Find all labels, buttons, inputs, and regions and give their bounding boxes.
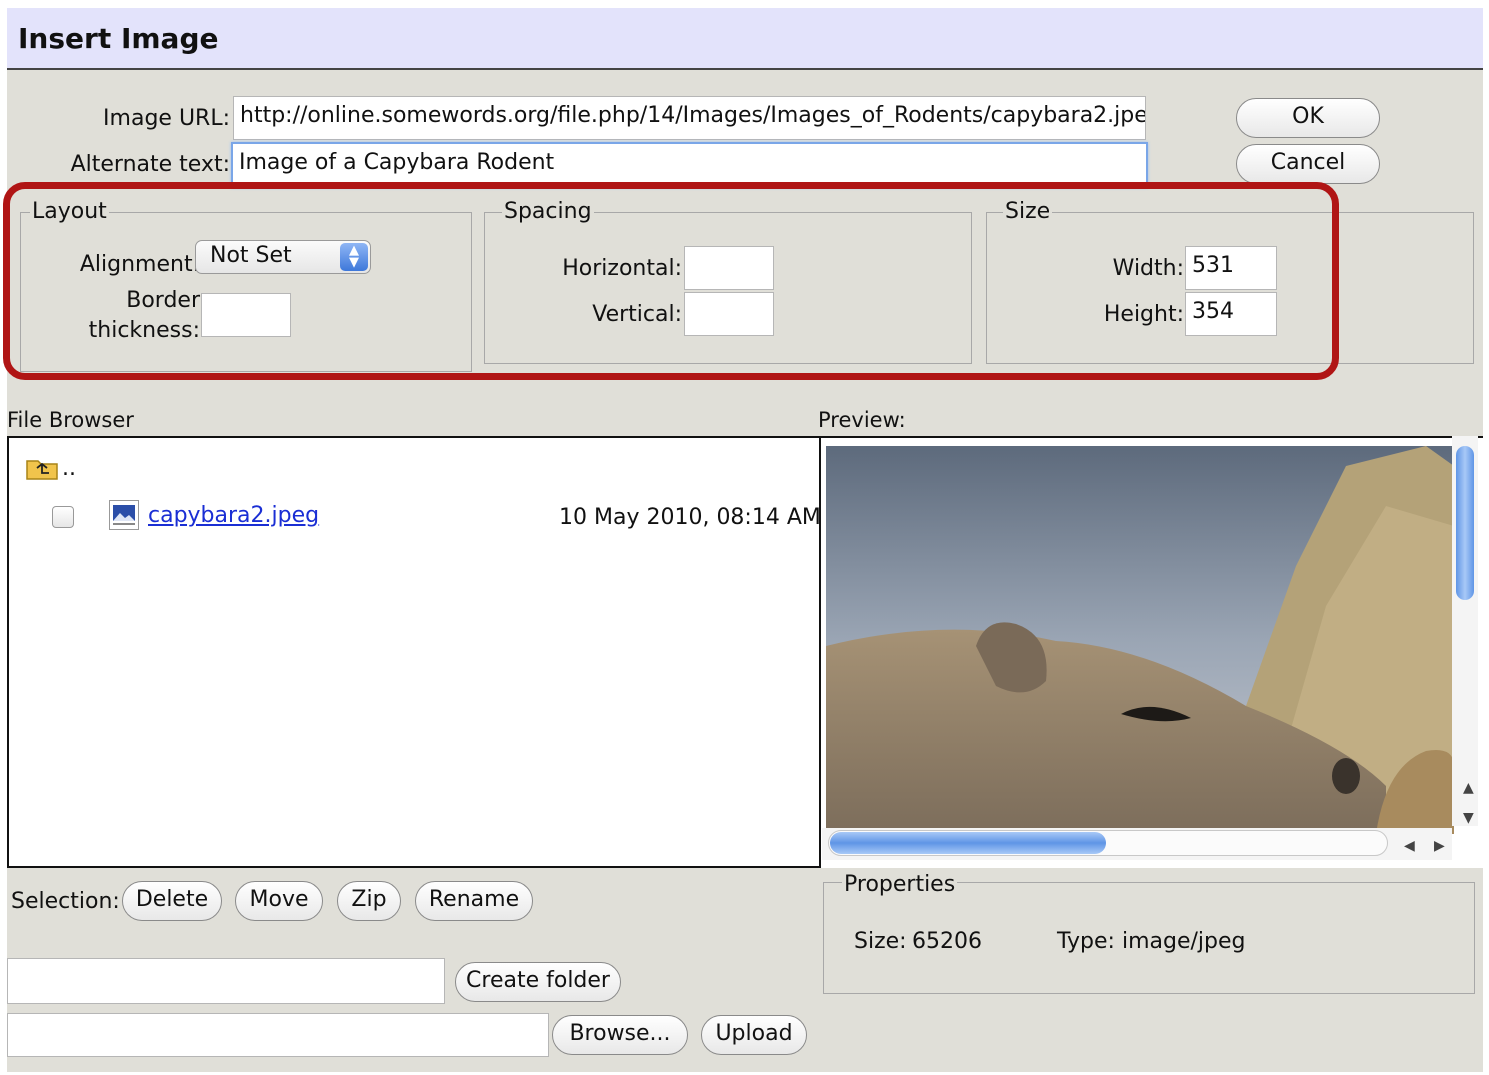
rename-button[interactable]: Rename — [415, 881, 533, 921]
delete-button[interactable]: Delete — [122, 881, 222, 921]
image-url-input[interactable]: http://online.somewords.org/file.php/14/… — [233, 96, 1146, 140]
property-type-label: Type: — [1057, 929, 1115, 954]
file-name-link[interactable]: capybara2.jpeg — [148, 503, 319, 528]
preview-horizontal-scroll-thumb[interactable] — [830, 832, 1106, 854]
new-folder-input[interactable] — [7, 958, 445, 1004]
file-checkbox[interactable] — [52, 506, 74, 528]
parent-dir-label[interactable]: .. — [62, 456, 76, 481]
property-size-value: 65206 — [912, 929, 982, 954]
ok-button[interactable]: OK — [1236, 98, 1380, 138]
scroll-left-icon[interactable]: ◀ — [1404, 838, 1415, 854]
browse-button[interactable]: Browse... — [552, 1015, 688, 1055]
upload-button[interactable]: Upload — [701, 1015, 807, 1055]
zip-button[interactable]: Zip — [337, 881, 401, 921]
image-file-icon — [109, 500, 139, 530]
cancel-button[interactable]: Cancel — [1236, 144, 1380, 184]
properties-legend: Properties — [842, 872, 958, 897]
preview-image — [826, 446, 1454, 834]
highlight-annotation — [3, 182, 1339, 380]
scroll-up-icon[interactable]: ▲ — [1463, 780, 1474, 796]
create-folder-button[interactable]: Create folder — [455, 962, 621, 1002]
image-url-label: Image URL: — [103, 106, 230, 131]
upload-file-input[interactable] — [7, 1013, 549, 1057]
property-type-value: image/jpeg — [1122, 929, 1246, 954]
move-button[interactable]: Move — [235, 881, 323, 921]
selection-label: Selection: — [11, 889, 120, 914]
preview-label: Preview: — [818, 408, 906, 432]
preview-vertical-scroll-thumb[interactable] — [1456, 446, 1474, 600]
parent-folder-icon[interactable] — [26, 456, 60, 480]
dialog-titlebar: Insert Image — [7, 8, 1483, 70]
property-size-label: Size: — [854, 929, 907, 954]
dialog-title: Insert Image — [18, 22, 219, 55]
alt-text-label: Alternate text: — [70, 152, 230, 177]
file-date: 10 May 2010, 08:14 AM — [559, 505, 821, 530]
file-browser-label: File Browser — [7, 408, 134, 432]
scroll-right-icon[interactable]: ▶ — [1434, 838, 1445, 854]
scroll-down-icon[interactable]: ▼ — [1463, 810, 1474, 826]
